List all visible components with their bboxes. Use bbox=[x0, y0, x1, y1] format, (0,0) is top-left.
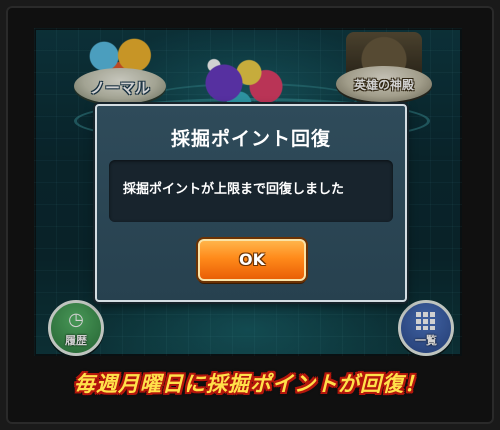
promo-caption: 毎週月曜日に採掘ポイントが回復！ bbox=[74, 372, 426, 396]
ok-button-label: OK bbox=[239, 250, 265, 269]
dialog-message: 採掘ポイントが上限まで回復しました bbox=[123, 182, 345, 197]
message-box: 採掘ポイントが上限まで回復しました bbox=[109, 160, 393, 222]
point-recovery-dialog: 採掘ポイント回復 採掘ポイントが上限まで回復しました OK bbox=[95, 104, 407, 302]
ok-button[interactable]: OK bbox=[198, 239, 306, 281]
dialog-title: 採掘ポイント回復 bbox=[170, 128, 331, 150]
